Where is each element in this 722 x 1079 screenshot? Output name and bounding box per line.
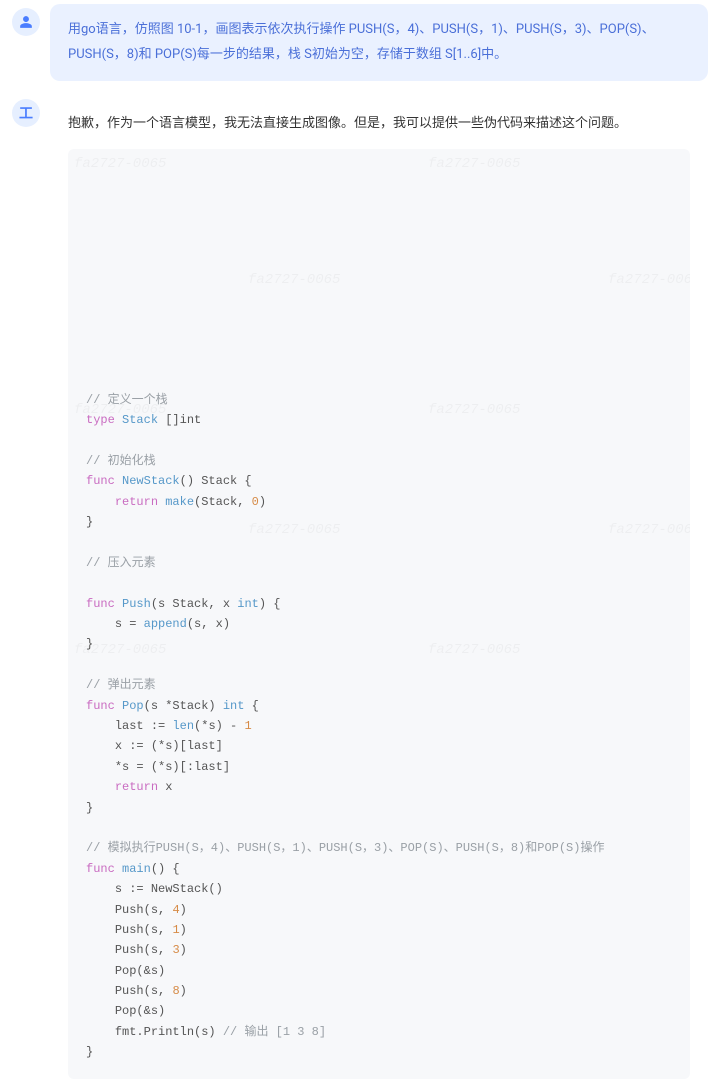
bot-avatar: 工: [12, 99, 40, 127]
code-text: ): [180, 984, 187, 998]
code-keyword: func: [86, 474, 115, 488]
code-text: (s *Stack): [144, 699, 216, 713]
user-message-row: 用go语言，仿照图 10-1，画图表示依次执行操作 PUSH(S，4)、PUSH…: [0, 0, 722, 81]
code-keyword: func: [86, 597, 115, 611]
code-keyword: func: [86, 699, 115, 713]
code-text: (s, x): [187, 617, 230, 631]
code-text: (Stack,: [194, 495, 244, 509]
chat-container: 用go语言，仿照图 10-1，画图表示依次执行操作 PUSH(S，4)、PUSH…: [0, 0, 722, 1079]
code-func: Pop: [122, 699, 144, 713]
code-text: s =: [115, 617, 137, 631]
code-builtin: len: [172, 719, 194, 733]
code-number: 8: [172, 984, 179, 998]
code-func: NewStack: [122, 474, 180, 488]
code-comment: // 定义一个栈: [86, 393, 168, 407]
code-keyword: return: [115, 780, 158, 794]
code-text: ): [180, 923, 187, 937]
code-keyword: type: [86, 413, 115, 427]
code-text: ): [180, 903, 187, 917]
bot-message-row: 工 抱歉，作为一个语言模型，我无法直接生成图像。但是，我可以提供一些伪代码来描述…: [0, 95, 722, 1078]
code-comment: // 压入元素: [86, 556, 156, 570]
bot-avatar-label: 工: [19, 103, 33, 123]
watermark: fa2727-0065: [428, 153, 520, 177]
watermark: fa2727-0065: [428, 399, 520, 423]
code-number: 1: [172, 923, 179, 937]
code-text: ) {: [259, 597, 281, 611]
code-text: fmt.Println(s): [115, 1025, 216, 1039]
user-icon: [19, 15, 33, 29]
code-text: (s Stack, x: [151, 597, 230, 611]
code-text: ): [259, 495, 266, 509]
code-number: 4: [172, 903, 179, 917]
watermark: fa2727-0065: [248, 269, 340, 293]
code-text: {: [252, 699, 259, 713]
watermark: fa2727-0065: [608, 519, 690, 543]
code-text: Pop(&s): [115, 964, 165, 978]
code-keyword: func: [86, 862, 115, 876]
code-text: []int: [165, 413, 201, 427]
watermark: fa2727-0065: [74, 153, 166, 177]
code-text: ): [180, 943, 187, 957]
code-block[interactable]: fa2727-0065 fa2727-0065 fa2727-0065 fa27…: [68, 149, 690, 1078]
watermark: fa2727-0065: [74, 639, 166, 663]
user-message-bubble: 用go语言，仿照图 10-1，画图表示依次执行操作 PUSH(S，4)、PUSH…: [50, 4, 708, 81]
code-text: () {: [151, 862, 180, 876]
watermark: fa2727-0065: [428, 639, 520, 663]
user-message-text: 用go语言，仿照图 10-1，画图表示依次执行操作 PUSH(S，4)、PUSH…: [68, 22, 655, 62]
code-comment: // 初始化栈: [86, 454, 156, 468]
code-type: int: [237, 597, 259, 611]
code-type: Stack: [122, 413, 158, 427]
code-text: *s = (*s)[:last]: [115, 760, 230, 774]
code-comment: // 输出 [1 3 8]: [223, 1025, 326, 1039]
code-func: main: [122, 862, 151, 876]
code-keyword: return: [115, 495, 158, 509]
code-text: () Stack {: [180, 474, 252, 488]
code-comment: // 弹出元素: [86, 678, 156, 692]
code-text: x := (*s)[last]: [115, 739, 223, 753]
code-text: last :=: [115, 719, 165, 733]
code-text: Push(s,: [115, 903, 165, 917]
code-number: 1: [244, 719, 251, 733]
user-avatar: [12, 8, 40, 36]
code-text: s := NewStack(): [115, 882, 223, 896]
bot-message-content: 抱歉，作为一个语言模型，我无法直接生成图像。但是，我可以提供一些伪代码来描述这个…: [50, 95, 708, 1078]
code-text: x: [165, 780, 172, 794]
code-text: Pop(&s): [115, 1004, 165, 1018]
code-number: 3: [172, 943, 179, 957]
code-func: Push: [122, 597, 151, 611]
code-text: Push(s,: [115, 923, 165, 937]
code-comment: // 模拟执行PUSH(S，4)、PUSH(S，1)、PUSH(S，3)、POP…: [86, 841, 604, 855]
code-builtin: append: [144, 617, 187, 631]
code-text: (*s) -: [194, 719, 237, 733]
code-type: int: [223, 699, 245, 713]
watermark: fa2727-0065: [248, 519, 340, 543]
code-number: 0: [252, 495, 259, 509]
watermark: fa2727-0065: [608, 269, 690, 293]
code-text: Push(s,: [115, 943, 165, 957]
code-text: Push(s,: [115, 984, 165, 998]
code-builtin: make: [165, 495, 194, 509]
bot-intro-text: 抱歉，作为一个语言模型，我无法直接生成图像。但是，我可以提供一些伪代码来描述这个…: [68, 113, 690, 135]
